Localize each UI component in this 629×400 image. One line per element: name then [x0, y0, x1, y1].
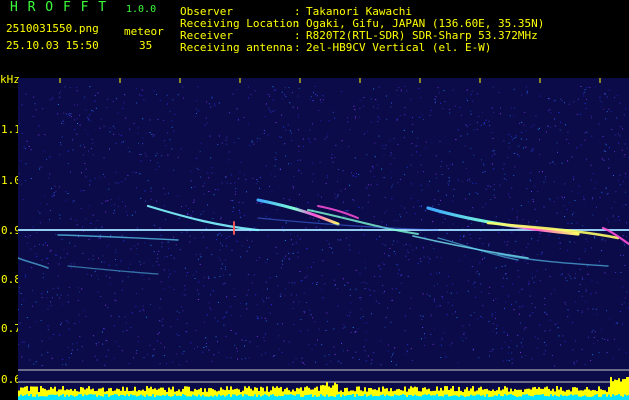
- antenna-label: Receiving antenna: [180, 41, 293, 54]
- spectrogram-panel: [18, 78, 629, 400]
- file-name: 2510031550.png: [6, 22, 99, 35]
- file-datetime: 25.10.03 15:50: [6, 39, 99, 52]
- signal-level-bars: [18, 376, 629, 400]
- spectrogram: [18, 78, 629, 400]
- meteor-echoes: [18, 198, 629, 275]
- hrofft-window: H R O F F T 1.0.0 2510031550.png meteor …: [0, 0, 629, 400]
- y-axis-unit: kHz: [0, 73, 20, 86]
- app-version: 1.0.0: [126, 4, 157, 15]
- x-tick-marks: [59, 78, 601, 83]
- app-title: H R O F F T: [10, 0, 108, 15]
- antenna-value: 2el-HB9CV Vertical (el. E-W): [306, 41, 492, 54]
- meteor-label: meteor: [124, 25, 164, 38]
- meteor-count: 35: [139, 39, 153, 52]
